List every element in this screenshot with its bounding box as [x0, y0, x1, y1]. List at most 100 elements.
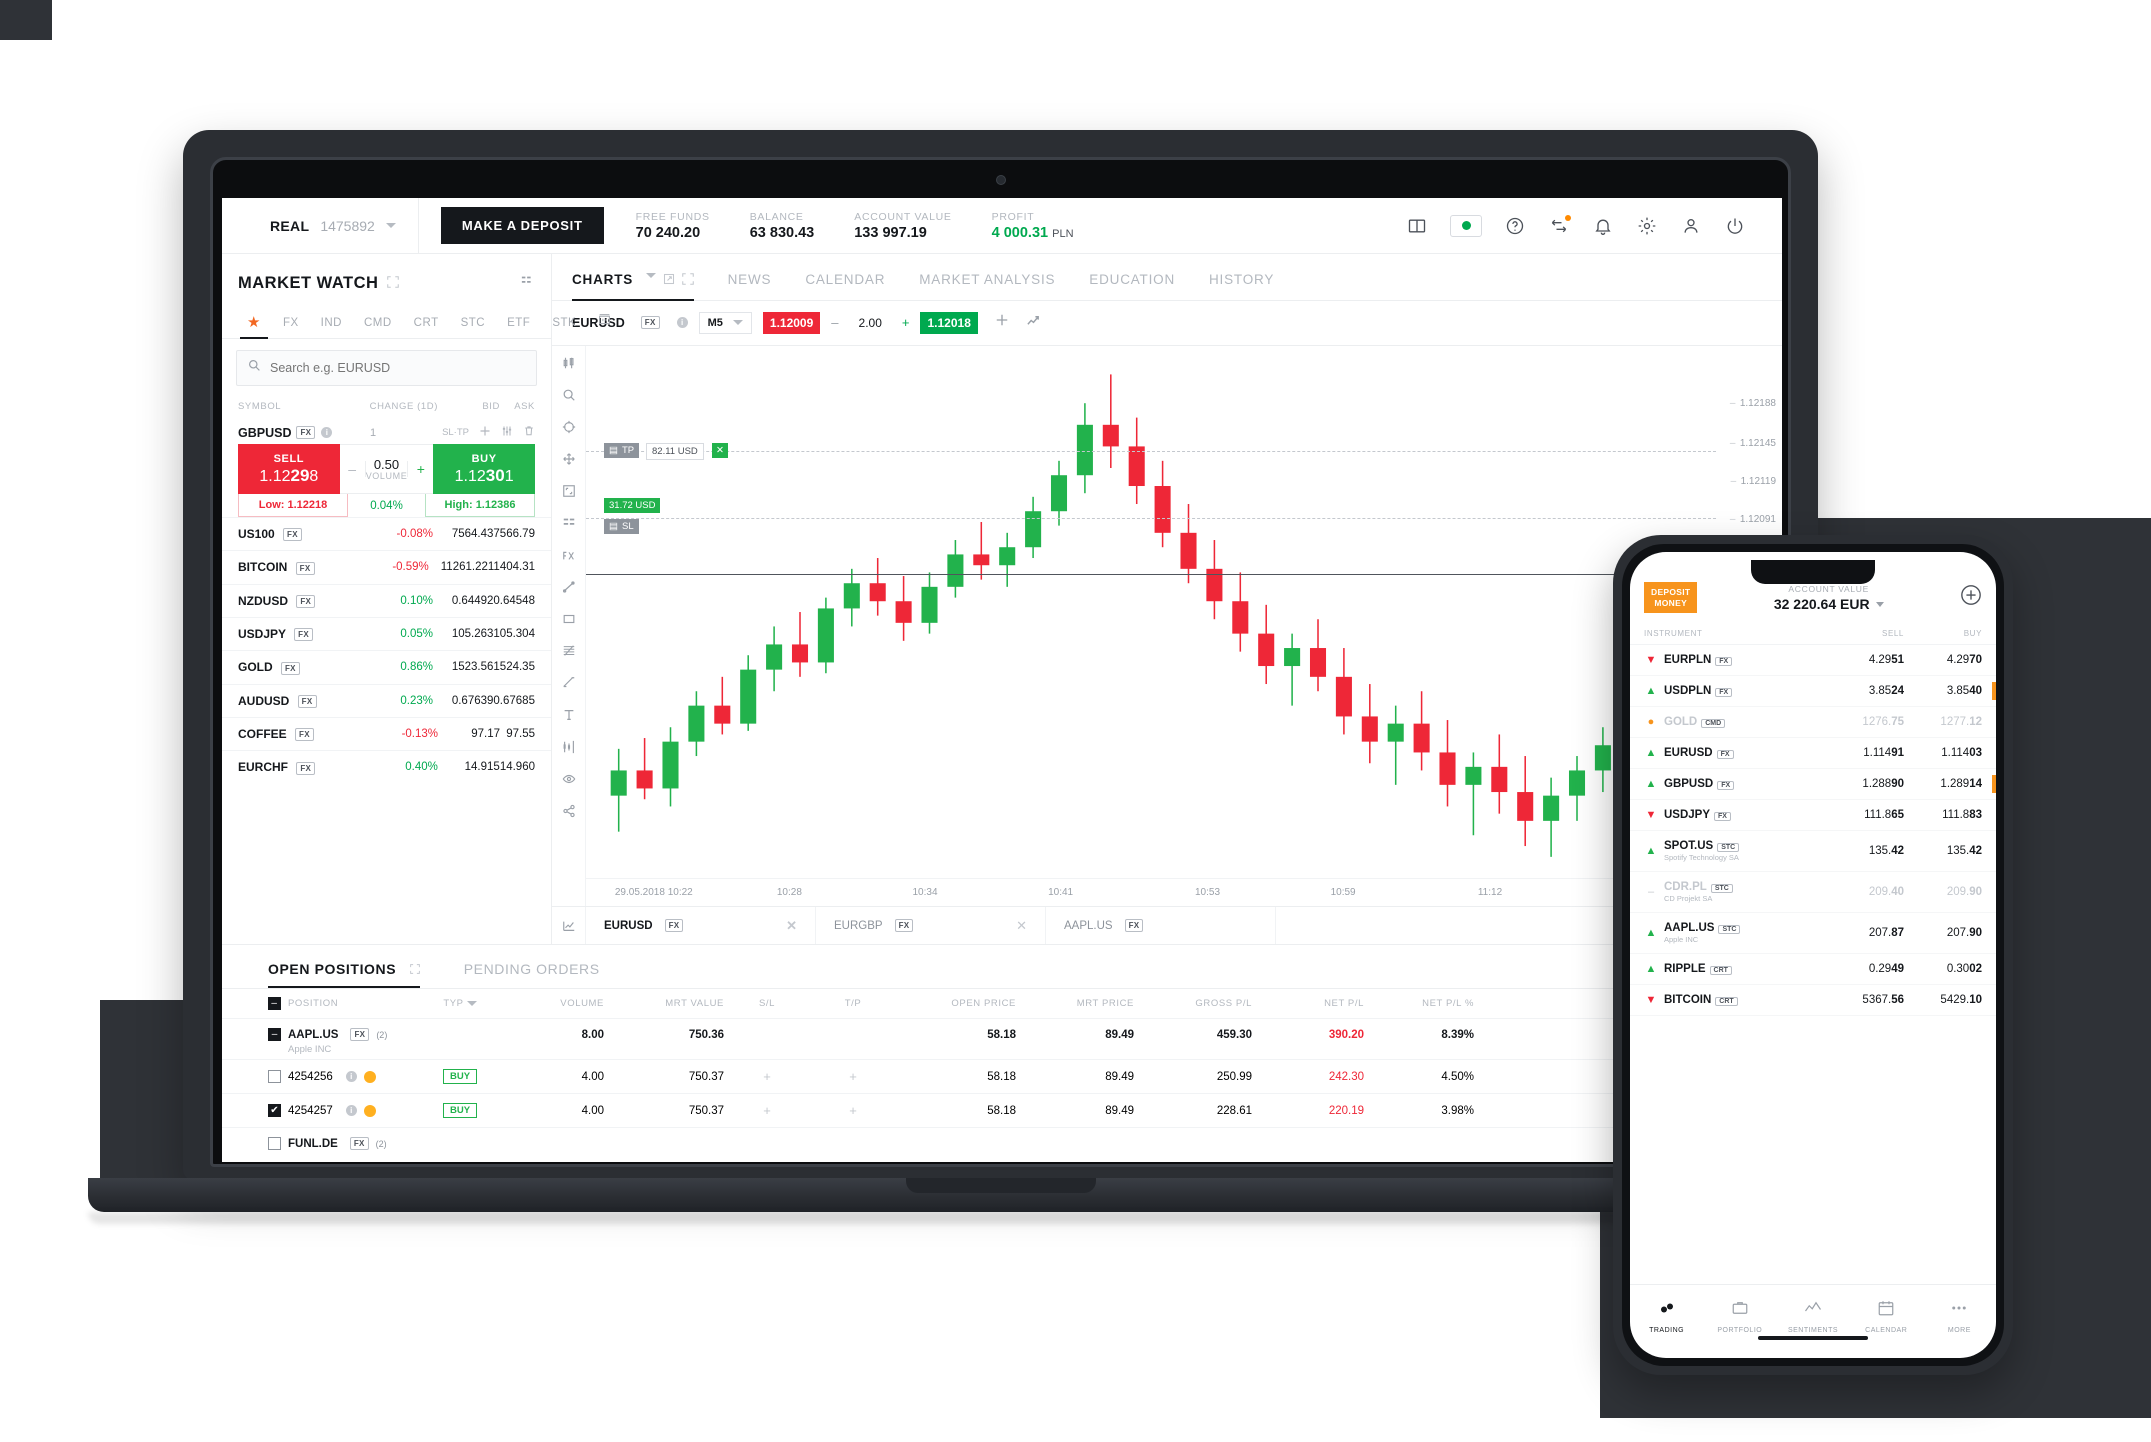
user-icon[interactable]	[1680, 215, 1702, 237]
phone-sell-price[interactable]: 4.2951	[1826, 654, 1904, 666]
text-icon[interactable]	[562, 708, 576, 727]
phone-instrument-row[interactable]: ▼ BITCOIN CRT 5367.56 5429.10	[1630, 985, 1996, 1017]
chevron-down-icon[interactable]	[645, 272, 656, 278]
phone-sell-price[interactable]: 5367.56	[1826, 994, 1904, 1006]
instrument-ask[interactable]: 0.67685	[493, 695, 535, 707]
instrument-list[interactable]: US100 FX -0.08% 7564.43 7566.79 BITCOIN FX -0…	[222, 517, 551, 944]
phone-instrument-row[interactable]: ▲ USDPLN FX 3.8524 3.8540	[1630, 676, 1996, 708]
phone-account-selector[interactable]: ACCOUNT VALUE 32 220.64 EUR	[1707, 584, 1950, 612]
volume-increase-button[interactable]: +	[902, 315, 910, 330]
phone-nav-portfolio[interactable]: PORTFOLIO	[1703, 1299, 1776, 1334]
help-icon[interactable]	[1504, 215, 1526, 237]
phone-instrument-row[interactable]: ▲ RIPPLE CRT 0.2949 0.3002	[1630, 954, 1996, 986]
phone-buy-price[interactable]: 5429.10	[1904, 994, 1982, 1006]
chart-subtab-aapl[interactable]: AAPL.US FX	[1046, 907, 1276, 944]
grid-layout-icon[interactable]	[521, 274, 535, 293]
phone-buy-price[interactable]: 3.8540	[1904, 685, 1982, 697]
phone-sell-price[interactable]: 209.40	[1826, 886, 1904, 898]
tab-custom-icon[interactable]	[587, 307, 622, 338]
tab-news[interactable]: NEWS	[711, 272, 789, 299]
instrument-ask[interactable]: 105.304	[493, 628, 535, 640]
phone-buy-price[interactable]: 111.883	[1904, 809, 1982, 821]
indicator-icon[interactable]	[562, 740, 576, 759]
line-chart-icon[interactable]	[1026, 313, 1041, 333]
search-box[interactable]	[236, 350, 537, 386]
make-deposit-button[interactable]: MAKE A DEPOSIT	[440, 207, 604, 244]
info-icon[interactable]: i	[676, 317, 688, 329]
info-icon[interactable]: i	[345, 1071, 357, 1082]
row-checkbox[interactable]	[268, 1070, 281, 1083]
phone-sell-price[interactable]: 135.42	[1826, 845, 1904, 857]
instrument-ask[interactable]: 7566.79	[493, 528, 535, 540]
tab-market-analysis[interactable]: MARKET ANALYSIS	[902, 272, 1072, 299]
instrument-bid[interactable]: 7564.43	[433, 528, 494, 540]
phone-instrument-row[interactable]: ▲ SPOT.US STC Spotify Technology SA 135.42 13…	[1630, 831, 1996, 873]
phone-instrument-row[interactable]: ▼ USDJPY FX 111.865 111.883	[1630, 800, 1996, 832]
phone-buy-price[interactable]: 0.3002	[1904, 963, 1982, 975]
select-all-checkbox[interactable]: –	[268, 997, 281, 1010]
instrument-row[interactable]: GOLD FX 0.86% 1523.56 1524.35	[222, 650, 551, 683]
instrument-bid[interactable]: 0.64492	[433, 595, 494, 607]
tab-cmd[interactable]: CMD	[353, 311, 403, 338]
phone-buy-price[interactable]: 207.90	[1904, 927, 1982, 939]
row-checkbox[interactable]	[268, 1137, 281, 1150]
sltp-label[interactable]: SL·TP	[442, 427, 469, 438]
account-selector[interactable]: REAL 1475892	[222, 198, 419, 253]
instrument-row[interactable]: EURCHF FX 0.40% 14.915 14.960	[222, 750, 551, 783]
row-collapse-checkbox[interactable]: –	[268, 1028, 281, 1041]
instrument-bid[interactable]: 97.17	[438, 728, 500, 740]
instrument-row[interactable]: USDJPY FX 0.05% 105.263 105.304	[222, 616, 551, 650]
popout-icon[interactable]	[663, 273, 675, 288]
rectangle-icon[interactable]	[562, 612, 576, 631]
phone-sell-price[interactable]: 1.28890	[1826, 778, 1904, 790]
instrument-bid[interactable]: 14.915	[438, 761, 500, 773]
phone-instrument-row[interactable]: ● GOLD CMD 1276.75 1277.12	[1630, 707, 1996, 739]
stop-loss-tag[interactable]: ▤ SL	[604, 518, 639, 534]
search-input[interactable]	[270, 361, 525, 375]
volume-value[interactable]: 0.50	[366, 457, 408, 472]
tab-open-positions[interactable]: OPEN POSITIONS	[268, 961, 438, 988]
phone-instrument-row[interactable]: ▲ GBPUSD FX 1.28890 1.28914	[1630, 769, 1996, 801]
bell-icon[interactable]	[1592, 215, 1614, 237]
phone-instrument-row[interactable]: ▲ AAPL.US STC Apple INC 207.87 207.90	[1630, 913, 1996, 955]
close-icon[interactable]: ✕	[786, 918, 797, 934]
instrument-ask[interactable]: 0.64548	[493, 595, 535, 607]
volume-decrease-button[interactable]: –	[340, 461, 366, 477]
tab-stk[interactable]: STK	[541, 311, 587, 338]
phone-buy-price[interactable]: 209.90	[1904, 886, 1982, 898]
measure-icon[interactable]	[562, 676, 576, 695]
instrument-bid[interactable]: 1523.56	[433, 661, 494, 673]
chart-canvas[interactable]: ▤ TP 82.11 USD ✕ 31.72 USD ▤ SL – 1.1218…	[586, 346, 1782, 906]
crosshair-icon[interactable]	[562, 420, 576, 439]
add-sl-icon[interactable]: +	[763, 1103, 771, 1118]
fibonacci-icon[interactable]	[562, 644, 576, 663]
tab-favourites[interactable]: ★	[236, 307, 272, 339]
tab-pending-orders[interactable]: PENDING ORDERS	[438, 961, 618, 988]
warning-icon[interactable]	[363, 1070, 376, 1083]
instrument-row[interactable]: AUDUSD FX 0.23% 0.67639 0.67685	[222, 683, 551, 717]
gear-icon[interactable]	[1636, 215, 1658, 237]
expand-icon[interactable]	[409, 961, 420, 977]
phone-nav-sentiments[interactable]: SENTIMENTS	[1776, 1299, 1849, 1334]
volume-increase-button[interactable]: +	[407, 461, 433, 477]
instrument-bid[interactable]: 0.67639	[433, 695, 494, 707]
move-icon[interactable]	[562, 452, 576, 471]
fullscreen-icon[interactable]	[681, 273, 694, 288]
chart-buy-price[interactable]: 1.12018	[920, 311, 978, 334]
add-tp-icon[interactable]: +	[849, 1069, 857, 1084]
delete-icon[interactable]	[523, 425, 535, 440]
record-icon[interactable]	[1450, 214, 1482, 237]
phone-instrument-row[interactable]: ▼ EURPLN FX 4.2951 4.2970	[1630, 645, 1996, 677]
book-icon[interactable]	[1406, 215, 1428, 237]
take-profit-tag[interactable]: ▤ TP	[604, 442, 640, 458]
tab-fx[interactable]: FX	[272, 311, 310, 338]
instrument-row[interactable]: BITCOIN FX -0.59% 11261.22 11404.31	[222, 550, 551, 583]
settings-sliders-icon[interactable]	[501, 425, 513, 440]
phone-nav-more[interactable]: MORE	[1923, 1299, 1996, 1334]
phone-instrument-row[interactable]: – CDR.PL STC CD Projekt SA 209.40 209.90	[1630, 872, 1996, 914]
table-row[interactable]: ✔ 4254257 i BUY 4.00 750.37 + +58.18 89.49 228.…	[222, 1093, 1782, 1127]
instrument-ask[interactable]: 11404.31	[488, 561, 535, 573]
phone-buy-price[interactable]: 1.28914	[1904, 778, 1982, 790]
sell-button[interactable]: SELL 1.12298	[238, 444, 340, 494]
col-typ[interactable]: TYP	[412, 998, 508, 1009]
